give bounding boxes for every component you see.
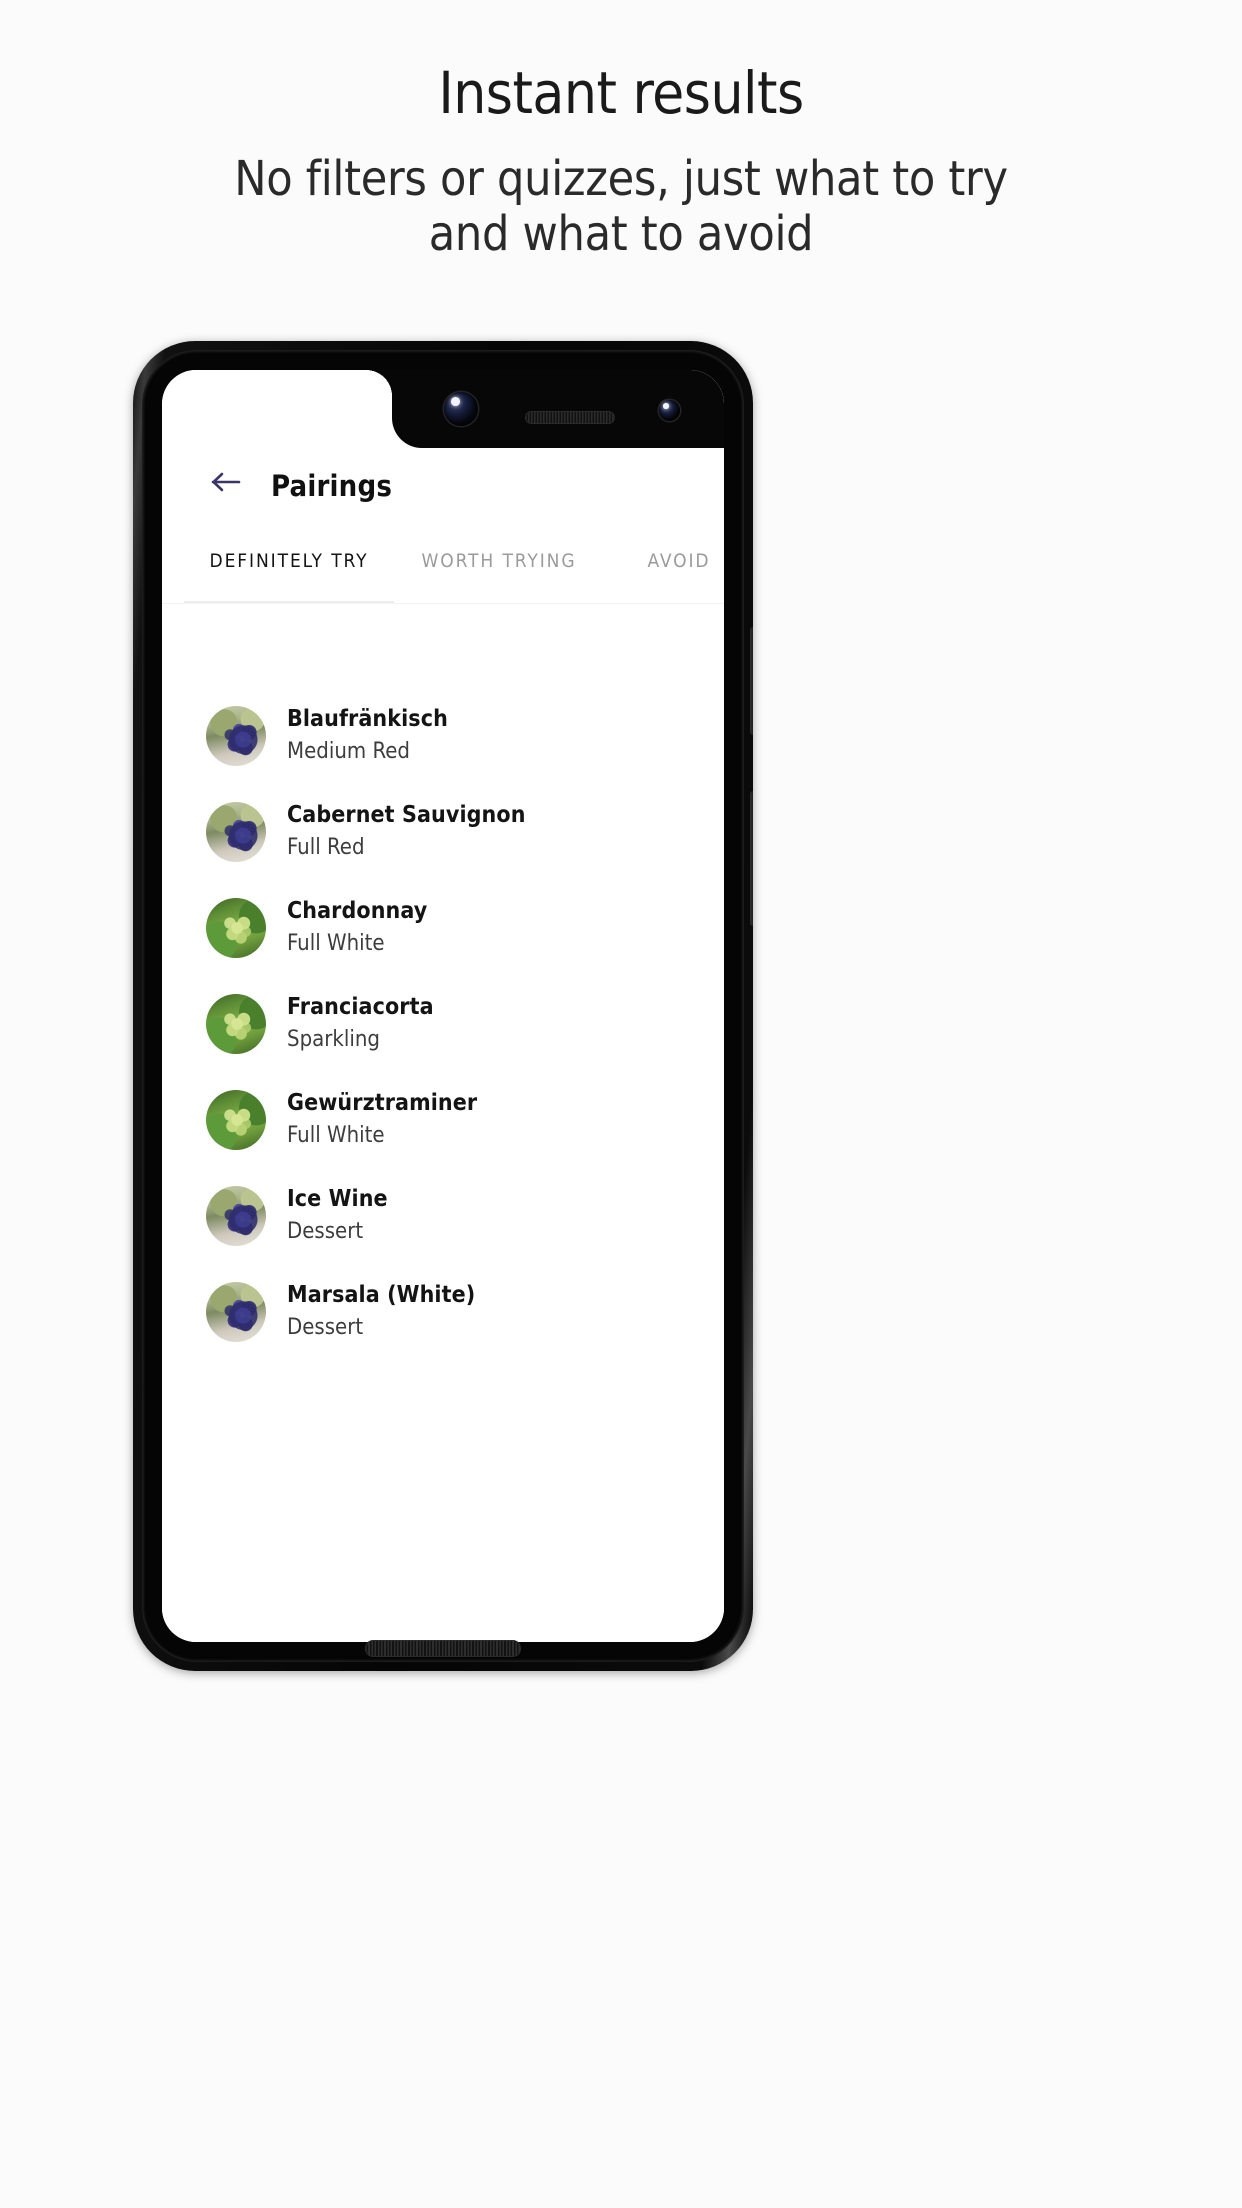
list-item-name: Marsala (White) [287,1282,476,1309]
volume-button[interactable] [750,791,753,926]
list-item-type: Full White [287,931,385,957]
red-grapes-icon [206,706,266,766]
list-item-text: Cabernet Sauvignon Full Red [287,801,526,862]
list-item[interactable]: Gewürztraminer Full White [162,1072,724,1168]
promo-subtitle: No filters or quizzes, just what to try … [234,150,1008,263]
list-item-type: Sparkling [287,1027,380,1053]
red-grapes-icon [206,1186,266,1246]
list-item-text: Ice Wine Dessert [287,1185,388,1246]
list-item-name: Cabernet Sauvignon [287,802,526,829]
front-camera-icon [444,392,478,426]
list-item-name: Ice Wine [287,1186,388,1213]
list-item-name: Blaufränkisch [287,706,448,733]
list-item-type: Full Red [287,835,365,861]
list-item[interactable]: Blaufränkisch Medium Red [162,688,724,784]
list-item[interactable]: Marsala (White) Dessert [162,1264,724,1360]
list-item-name: Gewürztraminer [287,1090,478,1117]
back-button[interactable] [204,462,248,502]
phone-mockup: Pairings DEFINITELY TRY WORTH TRYING AVO… [133,341,753,1671]
page-title: Pairings [271,469,393,503]
arrow-left-icon [211,472,241,492]
list-item-type: Medium Red [287,739,410,765]
green-grapes-icon [206,994,266,1054]
phone-notch [392,370,724,448]
promo-title: Instant results [438,59,804,127]
power-button[interactable] [750,627,753,735]
list-item-text: Blaufränkisch Medium Red [287,705,448,766]
earpiece-speaker-icon [525,411,615,424]
app-root: Pairings DEFINITELY TRY WORTH TRYING AVO… [162,370,724,1642]
secondary-camera-icon [659,400,680,421]
list-item[interactable]: Franciacorta Sparkling [162,976,724,1072]
tab-worth-trying[interactable]: WORTH TRYING [394,550,604,572]
list-item-text: Franciacorta Sparkling [287,993,434,1054]
red-grapes-icon [206,802,266,862]
list-item[interactable]: Cabernet Sauvignon Full Red [162,784,724,880]
bottom-speaker-icon [365,1640,521,1657]
list-item-type: Dessert [287,1315,364,1341]
list-item-text: Gewürztraminer Full White [287,1089,477,1150]
green-grapes-icon [206,1090,266,1150]
list-item-name: Chardonnay [287,898,428,925]
list-item-text: Chardonnay Full White [287,897,427,958]
list-item[interactable]: Chardonnay Full White [162,880,724,976]
tab-bar: DEFINITELY TRY WORTH TRYING AVOID [162,518,724,604]
red-grapes-icon [206,1282,266,1342]
tab-avoid[interactable]: AVOID [594,550,724,572]
list-item[interactable]: Ice Wine Dessert [162,1168,724,1264]
list-item-type: Full White [287,1123,385,1149]
promo-header: Instant results No filters or quizzes, j… [0,0,1242,263]
phone-frame: Pairings DEFINITELY TRY WORTH TRYING AVO… [133,341,753,1671]
pairings-list: Blaufränkisch Medium Red Cabernet Sauvig… [162,604,724,1642]
green-grapes-icon [206,898,266,958]
tab-active-indicator [184,601,394,603]
list-item-type: Dessert [287,1219,364,1245]
list-item-text: Marsala (White) Dessert [287,1281,475,1342]
phone-screen: Pairings DEFINITELY TRY WORTH TRYING AVO… [162,370,724,1642]
list-item-name: Franciacorta [287,994,434,1021]
tab-definitely-try[interactable]: DEFINITELY TRY [184,550,394,572]
